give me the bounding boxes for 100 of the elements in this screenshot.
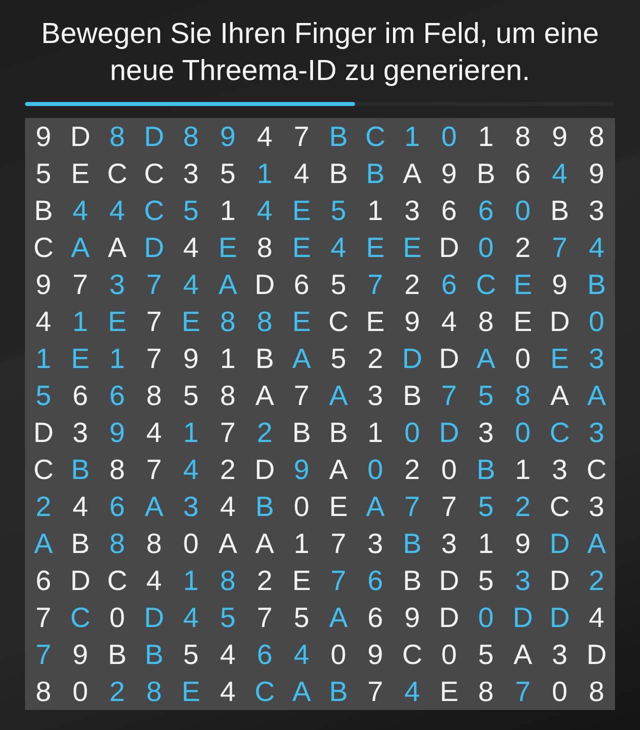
grid-character: E (513, 268, 532, 300)
grid-character: 3 (478, 416, 494, 448)
grid-character: D (402, 342, 422, 374)
grid-character: 5 (36, 158, 52, 190)
grid-character: 4 (36, 306, 52, 338)
grid-character: E (402, 232, 422, 264)
grid-character: 7 (404, 490, 420, 522)
grid-character: 4 (220, 676, 236, 708)
grid-character: 3 (183, 158, 199, 190)
grid-character: C (33, 454, 54, 486)
grid-character: 9 (109, 416, 125, 448)
grid-character: 8 (109, 454, 125, 486)
grid-character: 3 (404, 194, 420, 226)
grid-character: D (70, 564, 90, 596)
grid-character: 7 (552, 232, 568, 264)
grid-character: B (329, 158, 348, 190)
grid-character: C (402, 638, 422, 670)
grid-character: 1 (36, 342, 52, 374)
grid-character: 9 (72, 638, 88, 670)
grid-character: 9 (368, 638, 384, 670)
grid-character: 1 (183, 564, 199, 596)
grid-character: 2 (256, 416, 272, 448)
grid-character: C (586, 454, 607, 486)
grid-character: B (550, 194, 570, 226)
grid-character: 7 (441, 490, 457, 522)
grid-character: 7 (72, 268, 88, 300)
grid-character: C (33, 232, 54, 264)
grid-character: 7 (294, 120, 310, 152)
grid-character: 6 (441, 194, 457, 226)
grid-character: B (70, 454, 90, 486)
grid-character: A (144, 490, 164, 522)
grid-character: 4 (256, 194, 272, 226)
grid-character: 4 (552, 158, 568, 190)
grid-character: 4 (404, 676, 420, 708)
grid-character: 0 (515, 342, 531, 374)
grid-character: D (512, 602, 533, 634)
grid-character: 1 (368, 416, 384, 448)
grid-character: D (550, 602, 570, 634)
grid-character: 1 (109, 342, 125, 374)
grid-character: 8 (256, 306, 272, 338)
grid-character: 6 (368, 602, 384, 634)
grid-character: D (70, 120, 90, 152)
instruction-text: Bewegen Sie Ihren Finger im Feld, um eine neue Threema-ID zu generieren. (40, 17, 600, 89)
grid-character: 8 (588, 120, 604, 152)
grid-character: 4 (183, 454, 199, 486)
grid-character: D (254, 268, 275, 300)
grid-character: 7 (146, 342, 162, 374)
grid-character: 8 (220, 380, 236, 412)
grid-character: A (218, 528, 238, 560)
grid-character: 4 (146, 416, 162, 448)
grid-character: C (144, 158, 164, 190)
grid-character: B (292, 416, 311, 448)
grid-character: 4 (220, 638, 236, 670)
grid-character: 5 (330, 194, 346, 226)
grid-character: B (144, 638, 164, 670)
grid-character: B (402, 564, 422, 596)
grid-character: 5 (294, 602, 310, 634)
grid-character: 3 (588, 342, 604, 374)
grid-character: 5 (220, 158, 236, 190)
grid-character: 3 (368, 380, 384, 412)
grid-character: 6 (109, 380, 125, 412)
grid-character: A (218, 268, 238, 300)
grid-character: 8 (256, 232, 272, 264)
grid-character: 8 (515, 380, 531, 412)
grid-character: 7 (294, 380, 310, 412)
grid-character: 7 (330, 528, 346, 560)
grid-character: B (587, 268, 606, 300)
grid-character: 6 (256, 638, 272, 670)
grid-character: D (438, 342, 460, 374)
grid-character: D (550, 528, 570, 560)
grid-character: 4 (183, 232, 199, 264)
grid-character: 5 (183, 638, 199, 670)
grid-character: 6 (294, 268, 310, 300)
grid-character: D (586, 638, 607, 670)
grid-character: B (476, 454, 496, 486)
grid-character: 3 (368, 528, 384, 560)
grid-character: 4 (183, 268, 199, 300)
grid-character: 0 (109, 602, 125, 634)
grid-character: E (292, 564, 311, 596)
grid-character: 6 (36, 564, 52, 596)
grid-character: D (438, 416, 460, 448)
grid-character: E (440, 676, 458, 708)
grid-character: 1 (515, 454, 531, 486)
grid-character: 4 (588, 602, 604, 634)
grid-character: 6 (441, 268, 457, 300)
grid-character: 8 (220, 564, 236, 596)
grid-character: 9 (183, 342, 199, 374)
grid-character: C (254, 676, 275, 708)
grid-character: A (108, 232, 127, 264)
grid-character: A (550, 380, 570, 412)
grid-character: 7 (441, 380, 457, 412)
grid-character: 3 (109, 268, 125, 300)
grid-character: 0 (478, 232, 494, 264)
grid-character: E (182, 306, 200, 338)
grid-character: A (587, 528, 606, 560)
grid-character: 2 (404, 454, 420, 486)
grid-character: 0 (588, 306, 604, 338)
grid-character: 1 (478, 528, 494, 560)
grid-character: A (329, 602, 348, 634)
random-character-grid[interactable] (25, 118, 615, 710)
